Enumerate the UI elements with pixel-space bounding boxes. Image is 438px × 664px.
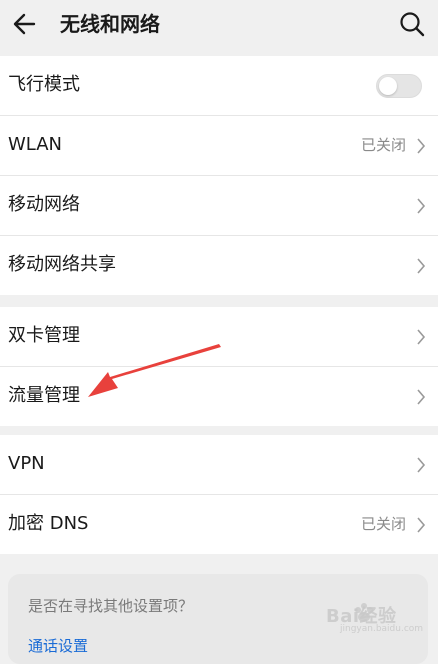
- settings-group-network: 飞行模式 WLAN 已关闭 移动网络 移动网络共享: [0, 56, 438, 295]
- search-icon[interactable]: [396, 8, 428, 40]
- row-dual-sim[interactable]: 双卡管理: [0, 307, 438, 367]
- row-data-usage[interactable]: 流量管理: [0, 367, 438, 426]
- row-tethering[interactable]: 移动网络共享: [0, 236, 438, 295]
- chevron-right-icon: [417, 329, 426, 345]
- suggestion-question: 是否在寻找其他设置项？: [28, 597, 194, 615]
- status-text: 已关闭: [360, 136, 406, 154]
- watermark-subtext: jingyan.baidu.com: [340, 624, 424, 634]
- row-label: 飞行模式: [8, 74, 80, 95]
- settings-group-vpn: VPN 加密 DNS 已关闭: [0, 435, 438, 554]
- row-wlan[interactable]: WLAN 已关闭: [0, 116, 438, 176]
- suggestion-link[interactable]: 通话设置: [28, 636, 88, 656]
- toggle-knob: [379, 77, 397, 95]
- chevron-right-icon: [417, 138, 426, 154]
- row-airplane-mode[interactable]: 飞行模式: [0, 56, 438, 116]
- settings-group-sim: 双卡管理 流量管理: [0, 307, 438, 426]
- row-label: 加密 DNS: [8, 513, 89, 534]
- chevron-right-icon: [417, 258, 426, 274]
- chevron-right-icon: [417, 457, 426, 473]
- airplane-mode-toggle[interactable]: [376, 74, 422, 98]
- page-title: 无线和网络: [60, 12, 160, 36]
- row-label: 双卡管理: [8, 325, 80, 346]
- row-label: 移动网络: [8, 194, 80, 215]
- chevron-right-icon: [417, 389, 426, 405]
- row-mobile-network[interactable]: 移动网络: [0, 176, 438, 236]
- row-encrypted-dns[interactable]: 加密 DNS 已关闭: [0, 495, 438, 554]
- arrow-left-icon[interactable]: [10, 9, 40, 39]
- chevron-right-icon: [417, 198, 426, 214]
- status-text: 已关闭: [360, 515, 406, 533]
- chevron-right-icon: [417, 517, 426, 533]
- row-label: WLAN: [8, 134, 63, 155]
- row-vpn[interactable]: VPN: [0, 435, 438, 495]
- row-label: 流量管理: [8, 385, 80, 406]
- row-label: VPN: [8, 453, 45, 474]
- row-label: 移动网络共享: [8, 254, 116, 275]
- header: 无线和网络: [0, 0, 438, 50]
